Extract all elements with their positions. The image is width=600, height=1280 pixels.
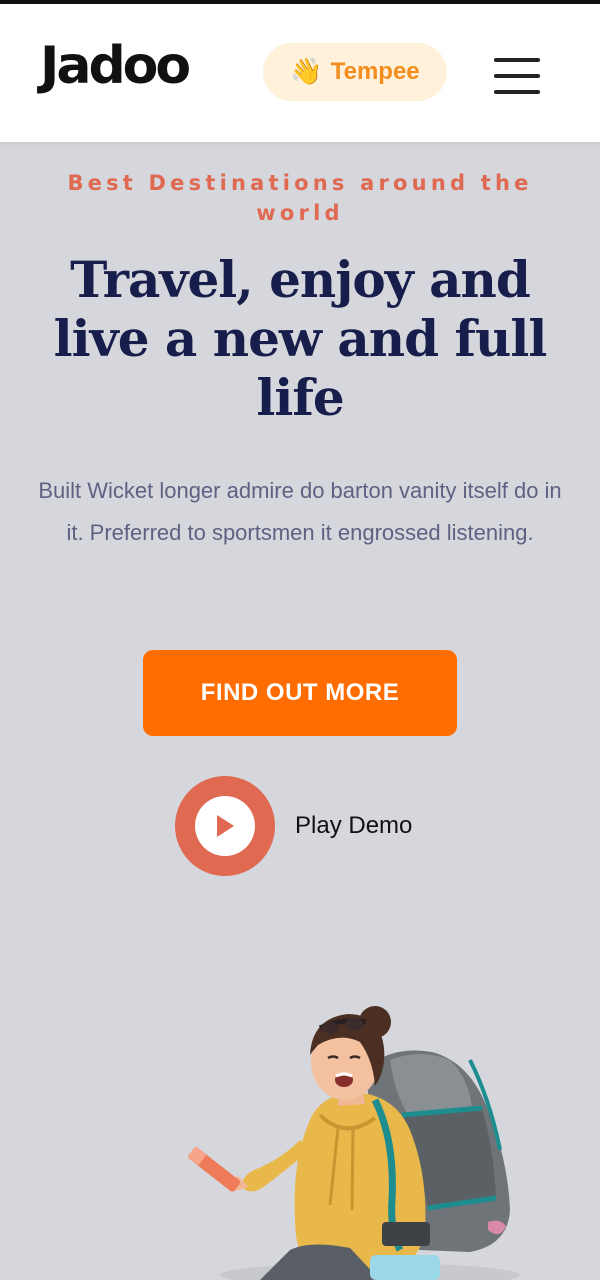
play-triangle-icon: [217, 815, 234, 837]
waving-hand-icon: 👋: [290, 57, 323, 87]
find-out-more-button[interactable]: FIND OUT MORE: [143, 650, 457, 736]
language-label: Tempee: [330, 58, 420, 85]
play-demo-label: Play Demo: [295, 812, 413, 839]
hamburger-line: [494, 74, 540, 78]
hamburger-menu-icon[interactable]: [494, 58, 540, 94]
traveler-illustration: [187, 1006, 520, 1280]
hamburger-line: [494, 58, 540, 62]
site-header: Jadoo 👋 Tempee: [0, 4, 600, 142]
play-icon: [195, 796, 255, 856]
play-demo-button[interactable]: Play Demo: [175, 776, 412, 876]
hero-headline: Travel, enjoy and live a new and full li…: [53, 250, 548, 427]
logo[interactable]: Jadoo: [40, 40, 191, 92]
hamburger-line: [494, 90, 540, 94]
hero-eyebrow: Best Destinations around the world: [67, 171, 533, 225]
play-circle: [175, 776, 275, 876]
hero-description: Built Wicket longer admire do barton van…: [38, 478, 562, 545]
language-selector[interactable]: 👋 Tempee: [263, 43, 447, 101]
